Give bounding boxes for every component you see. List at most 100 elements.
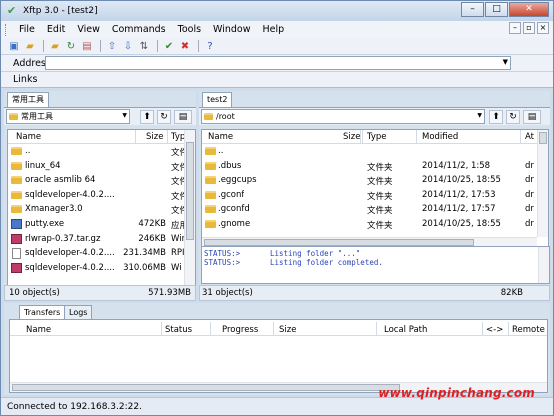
address-input[interactable]: ▼ <box>45 56 511 70</box>
menu-edit[interactable]: Edit <box>41 24 71 35</box>
reconnect-icon[interactable]: ↻ <box>64 40 78 53</box>
tab-test2[interactable]: test2 <box>202 92 233 107</box>
column-attributes[interactable]: At <box>525 132 534 142</box>
scrollbar-thumb[interactable] <box>186 142 194 240</box>
column-size[interactable]: Size <box>146 132 163 142</box>
list-item[interactable]: .gnome 文件夹 2014/10/25, 18:55 dr <box>202 217 548 232</box>
maximize-button[interactable]: □ <box>485 2 508 17</box>
remote-vertical-scrollbar[interactable] <box>537 130 548 237</box>
folder-icon <box>205 147 216 155</box>
file-attributes: dr <box>525 160 534 171</box>
stop-icon[interactable]: ✖ <box>178 40 192 53</box>
list-item[interactable]: sqldeveloper-4.0.2.... 231.34MB RPI <box>8 246 195 261</box>
status-message: Listing folder "..." <box>270 249 361 258</box>
file-name: .. <box>25 146 31 156</box>
column-local-path[interactable]: Local Path <box>384 325 427 335</box>
column-name[interactable]: Name <box>208 132 233 142</box>
list-item[interactable]: sqldeveloper-4.0.2.... 文件 <box>8 188 195 203</box>
menu-file[interactable]: File <box>13 24 41 35</box>
folder-icon <box>11 190 22 199</box>
local-vertical-scrollbar[interactable] <box>184 130 195 300</box>
minimize-button[interactable]: – <box>461 2 484 17</box>
column-name[interactable]: Name <box>26 325 51 335</box>
status-log-pane: STATUS:> Listing folder "..." STATUS:> L… <box>201 246 550 284</box>
tab-transfers[interactable]: Transfers <box>19 305 66 319</box>
folder-icon <box>205 205 216 214</box>
download-icon[interactable]: ⇩ <box>121 40 135 53</box>
folder-icon <box>11 205 22 214</box>
folder-icon <box>11 176 22 185</box>
file-name: .eggcups <box>218 175 257 186</box>
file-type: 文件夹 <box>367 191 393 202</box>
title-bar: ✔ Xftp 3.0 - [test2] – □ ✕ <box>1 1 553 21</box>
status-vertical-scrollbar[interactable] <box>538 247 549 283</box>
list-item[interactable]: .. 文件 <box>8 144 195 159</box>
view-mode-icon[interactable]: ▤ <box>174 109 192 124</box>
folder-icon <box>205 161 216 170</box>
parent-folder-icon[interactable]: ⬆ <box>489 109 503 124</box>
help-icon[interactable]: ? <box>203 40 217 53</box>
mdi-close-button[interactable]: × <box>537 22 549 34</box>
local-total-size: 571.93MB <box>148 288 191 298</box>
list-item[interactable]: .gconf 文件夹 2014/11/2, 17:53 dr <box>202 188 548 203</box>
status-message: Listing folder completed. <box>270 258 383 267</box>
column-size[interactable]: Size <box>279 325 296 335</box>
menu-commands[interactable]: Commands <box>106 24 172 35</box>
close-button[interactable]: ✕ <box>509 2 549 17</box>
refresh-icon[interactable]: ↻ <box>157 109 171 124</box>
chevron-down-icon[interactable]: ▼ <box>122 112 127 119</box>
local-path-combo[interactable]: 常用工具 ▼ <box>6 109 130 124</box>
file-name: sqldeveloper-4.0.2.... <box>25 189 115 200</box>
list-item[interactable]: .eggcups 文件夹 2014/10/25, 18:55 dr <box>202 173 548 188</box>
column-status[interactable]: Status <box>165 325 192 335</box>
mdi-minimize-button[interactable]: – <box>509 22 521 34</box>
file-size: 246KB <box>138 233 166 244</box>
mdi-restore-button[interactable]: ▫ <box>523 22 535 34</box>
tab-logs[interactable]: Logs <box>64 305 93 319</box>
column-remote[interactable]: Remote <box>512 325 545 335</box>
folder-icon <box>205 219 216 228</box>
menu-help[interactable]: Help <box>257 24 291 35</box>
list-item[interactable]: .dbus 文件夹 2014/11/2, 1:58 dr <box>202 159 548 174</box>
open-folder-icon[interactable]: ▰ <box>23 40 37 53</box>
chevron-down-icon[interactable]: ▼ <box>503 58 508 66</box>
xshell-icon[interactable]: ✔ <box>162 40 176 53</box>
file-size: 310.06MB <box>123 262 166 273</box>
list-item[interactable]: linux_64 文件 <box>8 159 195 174</box>
remote-path-combo[interactable]: /root ▼ <box>201 109 485 124</box>
view-mode-icon[interactable]: ▤ <box>523 109 541 124</box>
column-direction[interactable]: <-> <box>486 325 503 335</box>
properties-icon[interactable]: ▤ <box>80 40 94 53</box>
list-item[interactable]: rlwrap-0.37.tar.gz 246KB Win <box>8 232 195 247</box>
parent-folder-icon[interactable]: ⬆ <box>140 109 154 124</box>
column-progress[interactable]: Progress <box>222 325 258 335</box>
menu-tools[interactable]: Tools <box>172 24 207 35</box>
list-item[interactable]: .. <box>202 144 548 159</box>
column-type[interactable]: Type <box>367 132 387 142</box>
scrollbar-thumb[interactable] <box>539 132 547 144</box>
list-item[interactable]: .gconfd 文件夹 2014/11/2, 17:57 dr <box>202 202 548 217</box>
scrollbar-thumb[interactable] <box>12 384 400 391</box>
column-name[interactable]: Name <box>16 132 41 142</box>
menu-window[interactable]: Window <box>207 24 256 35</box>
upload-icon[interactable]: ⇧ <box>105 40 119 53</box>
file-modified: 2014/10/25, 18:55 <box>422 218 501 229</box>
column-size[interactable]: Size <box>343 132 360 142</box>
file-type: RPI <box>171 248 185 259</box>
scrollbar-thumb[interactable] <box>204 239 474 246</box>
links-label: Links <box>13 74 38 85</box>
new-session-icon[interactable]: ▣ <box>7 40 21 53</box>
chevron-down-icon[interactable]: ▼ <box>477 112 482 119</box>
file-modified: 2014/11/2, 17:57 <box>422 204 496 215</box>
transfer-mode-icon[interactable]: ⇅ <box>137 40 151 53</box>
refresh-icon[interactable]: ↻ <box>506 109 520 124</box>
list-item[interactable]: oracle asmlib 64 文件 <box>8 173 195 188</box>
tab-local[interactable]: 常用工具 <box>7 92 49 107</box>
address-bar: Address ▼ <box>1 55 553 72</box>
folder-new-icon[interactable]: ▰ <box>48 40 62 53</box>
menu-view[interactable]: View <box>71 24 106 35</box>
list-item[interactable]: putty.exe 472KB 应用 <box>8 217 195 232</box>
list-item[interactable]: sqldeveloper-4.0.2.... 310.06MB Wi <box>8 261 195 276</box>
column-modified[interactable]: Modified <box>422 132 458 142</box>
list-item[interactable]: Xmanager3.0 文件 <box>8 202 195 217</box>
